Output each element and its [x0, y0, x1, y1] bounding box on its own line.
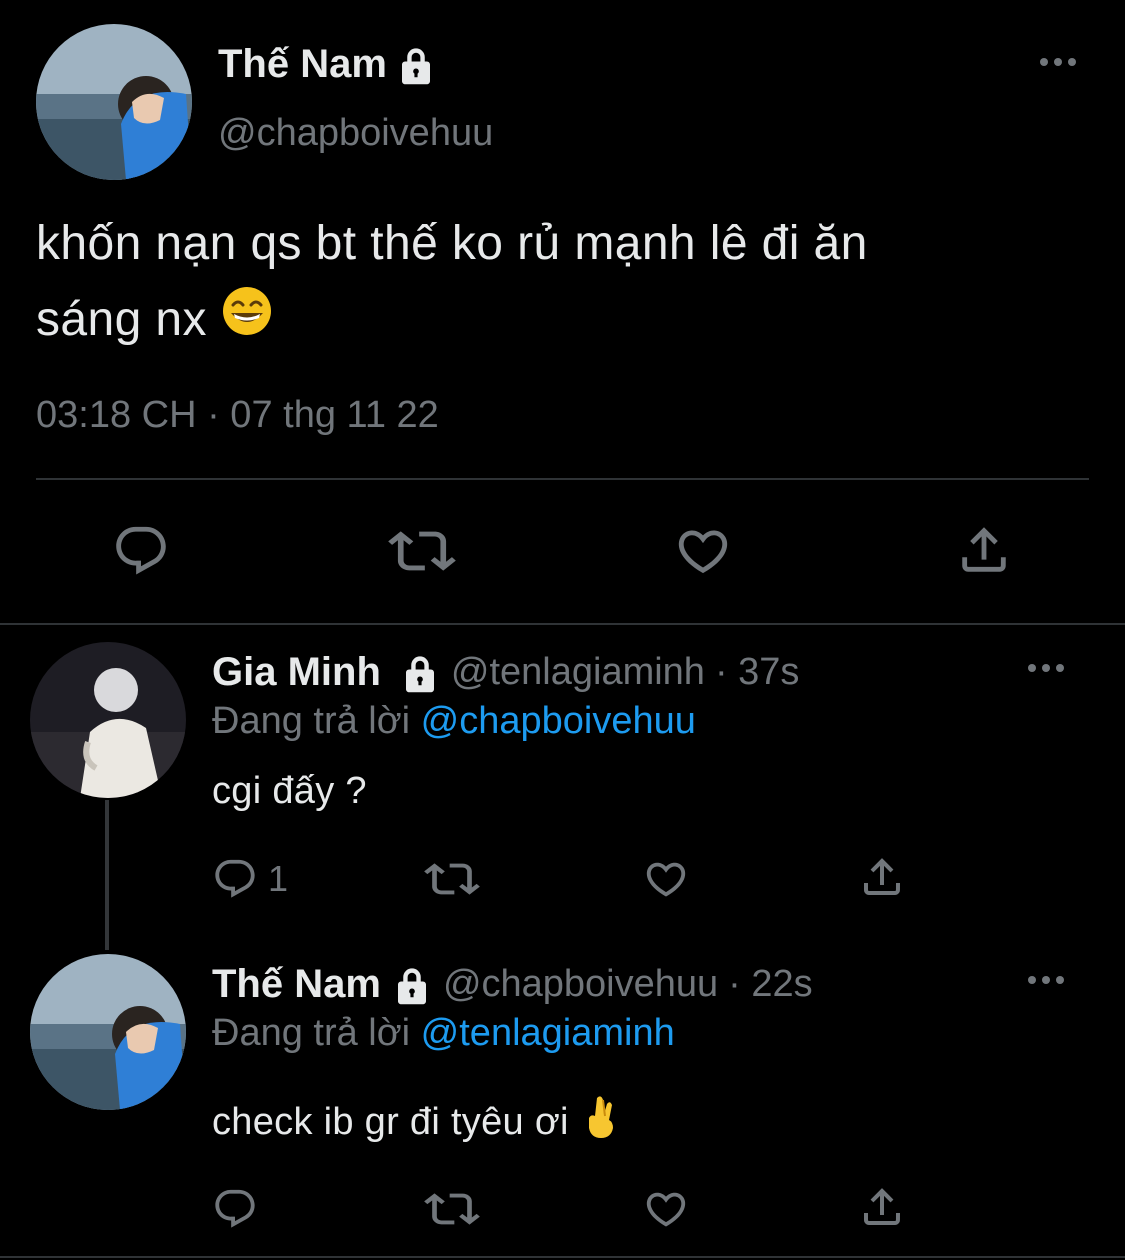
share-icon: [858, 1182, 906, 1232]
author-name-row[interactable]: Thế Nam: [218, 42, 437, 87]
crossed-fingers-icon: [583, 1094, 619, 1150]
reply-icon: [212, 1186, 258, 1232]
share-icon: [858, 852, 906, 902]
reply-time[interactable]: · 22s: [728, 963, 812, 1006]
author-avatar[interactable]: [36, 24, 192, 180]
reply-avatar[interactable]: [30, 954, 186, 1110]
replying-to-link[interactable]: @chapboivehuu: [421, 700, 696, 742]
tweet-timestamp[interactable]: 03:18 CH · 07 thg 11 22: [36, 394, 439, 437]
share-button[interactable]: [858, 852, 906, 902]
more-icon[interactable]: [1040, 58, 1076, 66]
reply-button[interactable]: 1: [212, 856, 288, 902]
divider: [0, 623, 1125, 625]
like-icon: [642, 1186, 690, 1232]
author-handle[interactable]: @chapboivehuu: [218, 112, 493, 155]
like-button[interactable]: [642, 1186, 690, 1232]
divider: [36, 478, 1089, 480]
reply-icon: [212, 856, 258, 902]
reply-time[interactable]: · 37s: [715, 651, 799, 694]
retweet-button[interactable]: [388, 522, 456, 580]
tweet-text: khốn nạn qs bt thế ko rủ mạnh lê đi ăn s…: [36, 206, 1096, 360]
share-button[interactable]: [955, 520, 1013, 580]
replying-label: Đang trả lời: [212, 700, 411, 742]
reply-count: 1: [268, 858, 289, 899]
avatar-photo: [36, 24, 192, 180]
like-button[interactable]: [674, 522, 732, 580]
like-icon: [642, 856, 690, 902]
avatar-photo: [30, 642, 186, 798]
reply-author-name[interactable]: Gia Minh: [212, 650, 381, 695]
reply-author-handle[interactable]: @chapboivehuu: [443, 963, 718, 1006]
retweet-icon: [424, 856, 480, 902]
reply-author-handle[interactable]: @tenlagiaminh: [451, 651, 705, 694]
more-icon[interactable]: [1028, 664, 1064, 672]
thread-line: [105, 800, 109, 950]
like-button[interactable]: [642, 856, 690, 902]
reply-text-row: check ib gr đi tyêu ơi: [212, 1094, 619, 1150]
retweet-icon: [388, 522, 456, 580]
reply-text: check ib gr đi tyêu ơi: [212, 1100, 569, 1143]
replying-to-line: Đang trả lời @tenlagiaminh: [212, 1012, 675, 1055]
reply-button[interactable]: [212, 1186, 258, 1232]
reply-header: Thế Nam @chapboivehuu · 22s: [212, 962, 813, 1007]
reply-text: cgi đấy ?: [212, 770, 367, 812]
lock-icon: [399, 652, 441, 694]
tweet-text-line-2: sáng nx: [36, 282, 1096, 360]
reply-author-name[interactable]: Thế Nam: [212, 962, 381, 1007]
like-icon: [674, 522, 732, 580]
share-icon: [955, 520, 1013, 580]
replying-to-link[interactable]: @tenlagiaminh: [421, 1012, 675, 1054]
grinning-face-icon: [221, 284, 273, 360]
more-icon[interactable]: [1028, 976, 1064, 984]
reply-button[interactable]: [112, 522, 170, 580]
retweet-icon: [424, 1186, 480, 1232]
avatar-photo: [30, 954, 186, 1110]
reply-header: Gia Minh @tenlagiaminh · 37s: [212, 650, 799, 695]
retweet-button[interactable]: [424, 856, 480, 902]
share-button[interactable]: [858, 1182, 906, 1232]
tweet-text-line: khốn nạn qs bt thế ko rủ mạnh lê đi ăn: [36, 217, 868, 270]
retweet-button[interactable]: [424, 1186, 480, 1232]
author-name[interactable]: Thế Nam: [218, 42, 387, 87]
reply-avatar[interactable]: [30, 642, 186, 798]
lock-icon: [395, 44, 437, 86]
lock-icon: [391, 964, 433, 1006]
replying-to-line: Đang trả lời @chapboivehuu: [212, 700, 696, 743]
divider: [0, 1256, 1125, 1258]
reply-icon: [112, 522, 170, 580]
replying-label: Đang trả lời: [212, 1012, 411, 1054]
